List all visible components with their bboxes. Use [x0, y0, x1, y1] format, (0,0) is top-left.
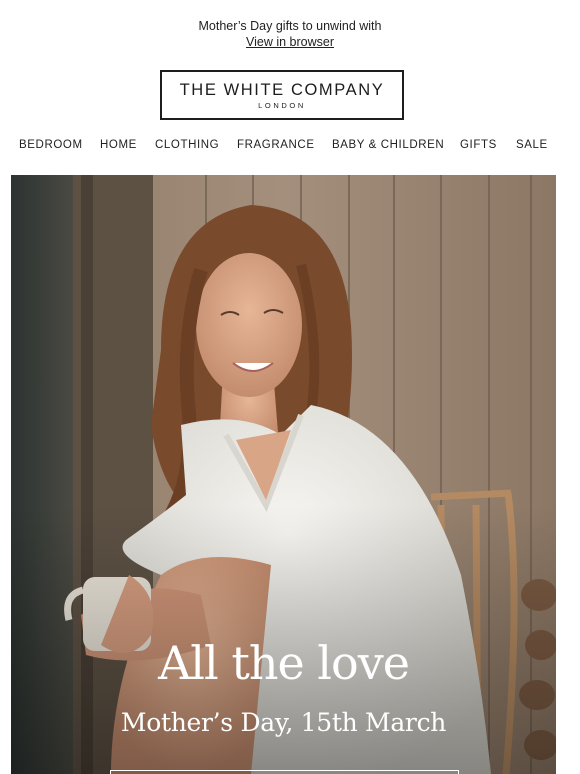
nav-item-gifts[interactable]: GIFTS	[460, 139, 497, 151]
nav-item-clothing[interactable]: CLOTHING	[155, 139, 219, 151]
main-navigation: BEDROOM HOME CLOTHING FRAGRANCE BABY & C…	[0, 139, 580, 155]
view-in-browser-link[interactable]: View in browser	[246, 35, 334, 49]
nav-item-sale[interactable]: SALE	[516, 139, 548, 151]
hero-headline: All the love	[158, 636, 410, 690]
hero-cta-button[interactable]	[110, 770, 459, 774]
hero-subheadline: Mother’s Day, 15th March	[120, 708, 447, 737]
nav-item-fragrance[interactable]: FRAGRANCE	[237, 139, 315, 151]
logo-brand-name: THE WHITE COMPANY	[179, 81, 385, 99]
logo-city: LONDON	[258, 101, 306, 110]
nav-item-bedroom[interactable]: BEDROOM	[19, 139, 83, 151]
preheader-text: Mother’s Day gifts to unwind with	[198, 19, 382, 33]
hero-banner[interactable]: All the love Mother’s Day, 15th March	[11, 175, 556, 774]
nav-item-baby-children[interactable]: BABY & CHILDREN	[332, 139, 444, 151]
preheader: Mother’s Day gifts to unwind with View i…	[0, 18, 580, 50]
nav-item-home[interactable]: HOME	[100, 139, 137, 151]
brand-logo[interactable]: THE WHITE COMPANY LONDON	[160, 70, 404, 120]
